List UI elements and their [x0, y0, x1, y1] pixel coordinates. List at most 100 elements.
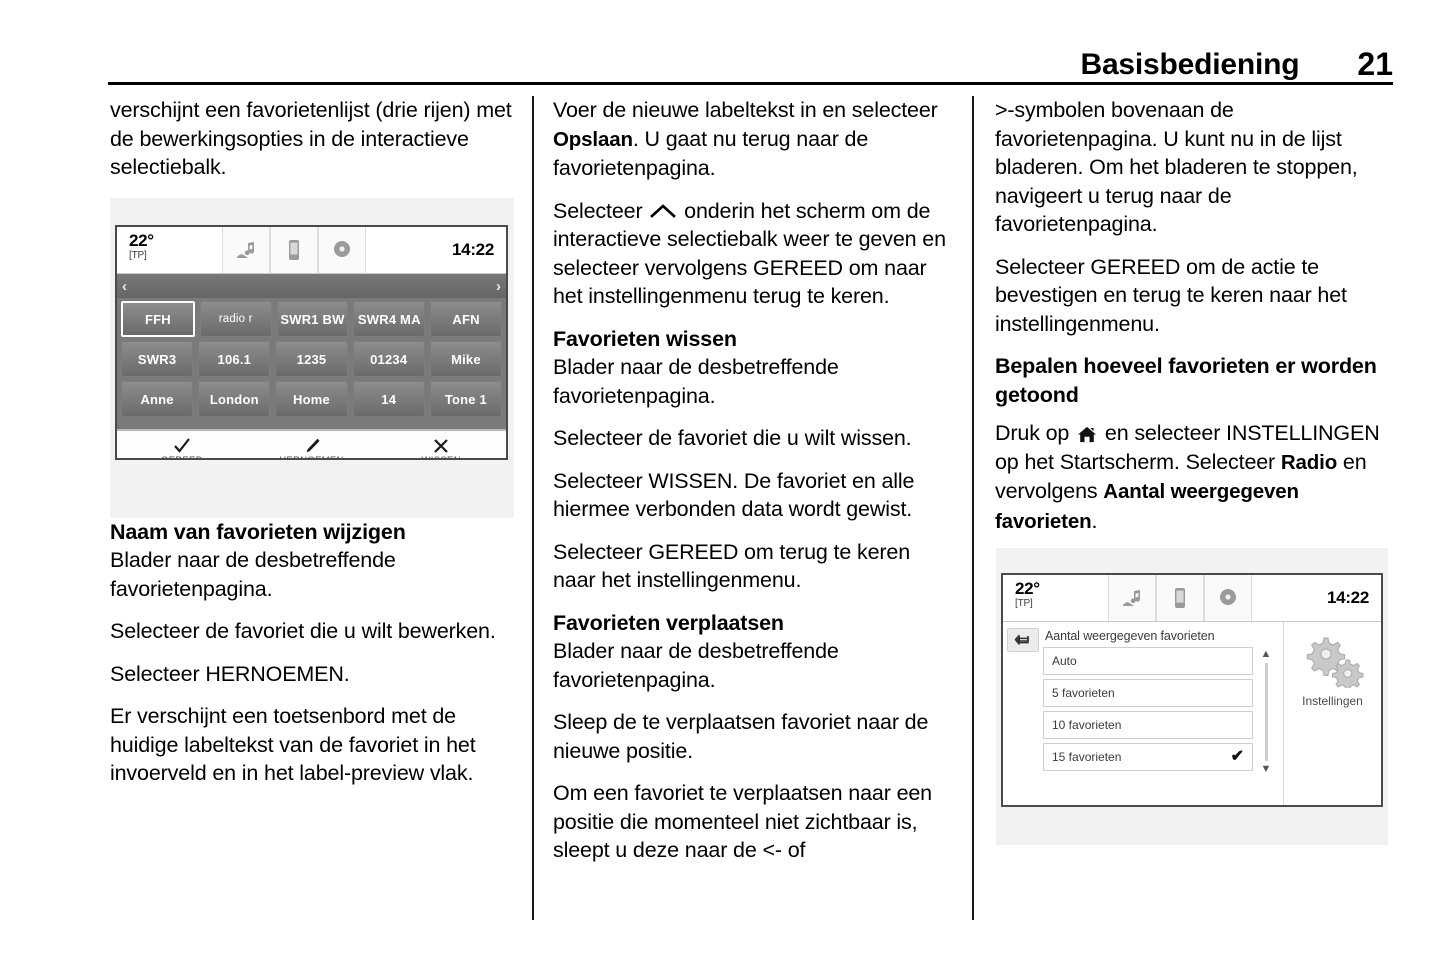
header-rule: [108, 82, 1393, 85]
scroll-up-arrow-icon[interactable]: ▲: [1261, 649, 1272, 660]
status-icons: [1108, 575, 1252, 621]
favorite-button[interactable]: Home: [275, 381, 348, 417]
home-icon: [1078, 426, 1097, 443]
cross-icon: [434, 439, 448, 453]
temperature-display: 22° [TP]: [117, 227, 222, 273]
settings-side-panel: Instellingen: [1283, 622, 1381, 805]
favorite-button[interactable]: 1235: [275, 341, 348, 377]
paragraph: Selecteer HERNOEMEN.: [110, 660, 514, 689]
disc-icon[interactable]: [1204, 575, 1252, 621]
gears-icon: [1306, 637, 1363, 688]
favorite-button[interactable]: SWR1 BW: [276, 301, 349, 337]
pencil-icon: [306, 438, 320, 453]
paragraph: Om een favoriet te verplaatsen naar een …: [553, 781, 932, 862]
favorite-button[interactable]: 14: [352, 381, 425, 417]
section-heading: Favorieten verplaatsen: [553, 610, 784, 635]
list-item[interactable]: 10 favorieten: [1043, 711, 1253, 739]
music-note-icon[interactable]: [1108, 575, 1156, 621]
scrollbar[interactable]: ▲ ▼: [1253, 647, 1279, 775]
settings-title: Aantal weergegeven favorieten: [1045, 629, 1215, 643]
back-button-area: [1003, 622, 1043, 805]
favorites-row: SWR3 106.1 1235 01234 Mike: [121, 341, 503, 377]
section-heading: Favorieten wissen: [553, 326, 737, 351]
clock: 14:22: [452, 240, 494, 259]
text-fragment: Selecteer: [995, 254, 1091, 279]
favorite-button[interactable]: radio r: [199, 301, 272, 337]
tp-indicator: [TP]: [129, 250, 147, 261]
back-button[interactable]: [1007, 628, 1039, 652]
column-2: Voer de nieuwe labeltekst in en selectee…: [553, 96, 957, 879]
chevron-up-icon: [650, 203, 677, 218]
paragraph: Selecteer de favoriet die u wilt wissen.: [553, 426, 912, 450]
ui-label-gereed: GEREED: [753, 255, 843, 280]
favorite-button[interactable]: AFN: [430, 301, 502, 337]
favorite-button[interactable]: 106.1: [198, 341, 271, 377]
list-item-label: Auto: [1052, 654, 1077, 668]
paragraph: Sleep de te verplaatsen favoriet naar de…: [553, 710, 929, 763]
text-fragment: Selecteer: [553, 198, 649, 223]
clock: 14:22: [1327, 588, 1369, 607]
settings-body: Aantal weergegeven favorieten Auto 5 fav…: [1003, 622, 1381, 805]
favorite-button[interactable]: SWR3: [121, 341, 194, 377]
paragraph: Blader naar de desbetreffende favorieten…: [553, 639, 839, 692]
favorite-button[interactable]: Mike: [429, 341, 503, 377]
favorite-button[interactable]: SWR4 MA: [353, 301, 426, 337]
ui-label-hernoemen: HERNOEMEN: [205, 661, 344, 686]
paragraph: Er verschijnt een toetsenbord met de hui…: [110, 704, 476, 785]
prev-page-arrow-icon[interactable]: ‹: [122, 279, 127, 294]
favorite-button[interactable]: Anne: [121, 381, 194, 417]
status-bar: 22° [TP] 14:22: [1003, 575, 1381, 622]
check-icon: ✔: [1230, 748, 1244, 765]
temperature-value: 22°: [1015, 579, 1040, 598]
favorite-button[interactable]: 01234: [352, 341, 425, 377]
phone-icon[interactable]: [1156, 575, 1204, 621]
delete-label: WISSEN: [422, 455, 461, 458]
page-number: 21: [1357, 46, 1393, 82]
paragraph: Selecteer onderin het scherm om de inter…: [553, 197, 957, 311]
next-page-arrow-icon[interactable]: ›: [496, 279, 501, 294]
scroll-track[interactable]: [1264, 663, 1268, 761]
paragraph: Blader naar de desbetreffende favorieten…: [553, 355, 839, 408]
favorite-button[interactable]: Tone 1: [429, 381, 503, 417]
favorite-button[interactable]: FFH: [121, 301, 195, 337]
done-button[interactable]: GEREED: [117, 431, 247, 458]
temperature-display: 22° [TP]: [1003, 575, 1108, 621]
side-panel-label: Instellingen: [1302, 694, 1363, 708]
infotainment-screen-settings: 22° [TP] 14:22 Aantal weergegeven favori…: [1001, 573, 1383, 807]
paragraph: Selecteer de favoriet die u wilt bewerke…: [110, 619, 496, 643]
column-divider-1: [532, 96, 534, 920]
favorites-pager: ‹ ›: [117, 274, 506, 298]
favorite-button[interactable]: London: [198, 381, 271, 417]
text-fragment: en selecteer: [1099, 421, 1227, 445]
paragraph: Blader naar de desbetreffende favorieten…: [110, 548, 396, 601]
list-item-label: 15 favorieten: [1052, 750, 1122, 764]
paragraph: >-symbolen bovenaan de favorietenpagina.…: [995, 98, 1358, 236]
check-icon: [174, 438, 190, 453]
list-item-label: 10 favorieten: [1052, 718, 1122, 732]
text-fragment: op het Startscherm. Selecteer: [995, 449, 1281, 474]
list-item[interactable]: Auto: [1043, 647, 1253, 675]
list-item[interactable]: 5 favorieten: [1043, 679, 1253, 707]
text-fragment: Voer de nieuwe labeltekst in en selectee…: [553, 98, 938, 122]
phone-icon[interactable]: [270, 227, 318, 273]
ui-label-instellingen: INSTELLINGEN: [1226, 421, 1380, 445]
ui-label-opslaan: Opslaan: [553, 127, 633, 151]
delete-button[interactable]: WISSEN: [376, 431, 506, 458]
status-icons: [222, 227, 366, 273]
favorites-row: FFH radio r SWR1 BW SWR4 MA AFN: [121, 301, 502, 337]
rename-button[interactable]: HERNOEMEN: [247, 431, 377, 458]
section-heading: Bepalen hoeveel favorieten er worden get…: [995, 354, 1377, 407]
scroll-down-arrow-icon[interactable]: ▼: [1261, 764, 1272, 775]
text-fragment: .: [343, 661, 350, 686]
disc-icon[interactable]: [318, 227, 366, 273]
manual-page: Basisbediening 21 verschijnt een favorie…: [0, 0, 1445, 966]
paragraph: Selecteer GEREED om de actie te bevestig…: [995, 253, 1399, 339]
column-divider-2: [972, 96, 974, 920]
music-note-icon[interactable]: [222, 227, 270, 273]
settings-list: Auto 5 favorieten 10 favorieten 15 favor…: [1043, 647, 1253, 775]
ui-label-gereed: GEREED: [648, 539, 739, 564]
page-header: Basisbediening 21: [108, 36, 1393, 85]
back-arrow-icon: [1014, 634, 1029, 645]
list-item-selected[interactable]: 15 favorieten ✔: [1043, 743, 1253, 771]
favorites-row: Anne London Home 14 Tone 1: [121, 381, 503, 417]
